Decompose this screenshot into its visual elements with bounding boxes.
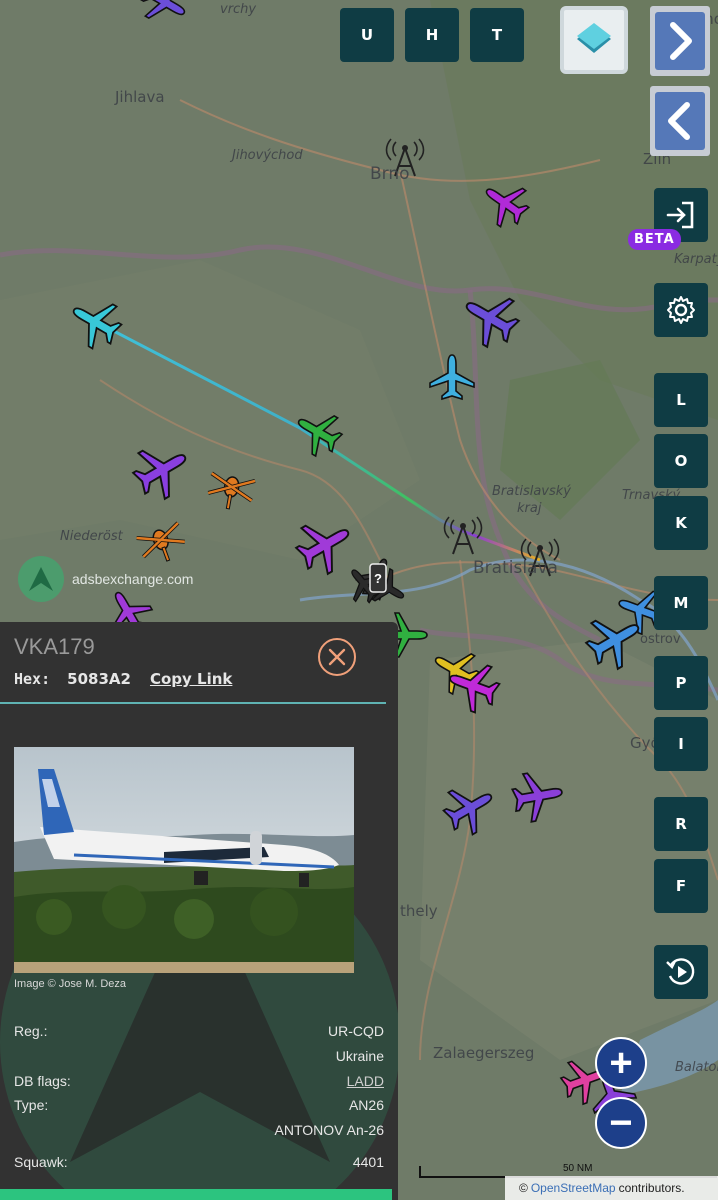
- ladd-link[interactable]: LADD: [347, 1073, 384, 1089]
- hex-value: 5083A2: [67, 670, 131, 688]
- squawk-value: 4401: [352, 1154, 384, 1170]
- map-label: Balaton: [675, 1060, 718, 1075]
- toggle-u-button[interactable]: U: [340, 8, 394, 62]
- previous-button[interactable]: [650, 86, 710, 156]
- copy-link-button[interactable]: Copy Link: [150, 670, 232, 688]
- squawk-label: Squawk:: [14, 1154, 68, 1170]
- panel-footer-bar: [0, 1189, 392, 1200]
- settings-button[interactable]: [654, 283, 708, 337]
- logo-text: adsbexchange.com: [72, 571, 194, 587]
- toggle-f-button[interactable]: F: [654, 859, 708, 913]
- country-value: Ukraine: [335, 1048, 384, 1064]
- type-label: Type:: [14, 1097, 49, 1113]
- map-label: thely: [400, 902, 438, 920]
- map-label: Bratislavský: [492, 484, 571, 499]
- hex-label: Hex:: [14, 670, 51, 688]
- attribution-suffix: contributors.: [618, 1181, 685, 1195]
- map-label: Niederöst: [60, 529, 123, 544]
- chevron-left-icon: [668, 102, 690, 140]
- svg-text:?: ?: [374, 571, 382, 586]
- attribution-prefix: ©: [519, 1181, 528, 1195]
- toggle-o-button[interactable]: O: [654, 434, 708, 488]
- adsbexchange-logo: adsbexchange.com: [18, 556, 193, 602]
- gear-icon: [667, 296, 695, 324]
- toggle-p-button[interactable]: P: [654, 656, 708, 710]
- toggle-m-button[interactable]: M: [654, 576, 708, 630]
- layers-icon: [577, 23, 611, 53]
- map-label: Karpaty: [674, 252, 718, 267]
- zoom-in-button[interactable]: +: [595, 1037, 647, 1089]
- db-flags-label: DB flags:: [14, 1073, 71, 1089]
- replay-button[interactable]: [654, 945, 708, 999]
- map-label: Zalaegerszeg: [433, 1044, 535, 1062]
- type-value: AN26: [348, 1097, 384, 1113]
- map-layers-button[interactable]: [560, 6, 628, 74]
- toggle-k-button[interactable]: K: [654, 496, 708, 550]
- type-name: ANTONOV An-26: [274, 1122, 384, 1138]
- divider: [0, 702, 386, 704]
- aircraft-photo[interactable]: [14, 747, 354, 973]
- beta-badge: BETA: [628, 229, 681, 250]
- map-attribution: © OpenStreetMap contributors.: [505, 1176, 718, 1200]
- openstreetmap-link[interactable]: OpenStreetMap: [531, 1181, 616, 1195]
- hex-row: Hex: 5083A2 Copy Link: [14, 670, 232, 688]
- image-credit: Image © Jose M. Deza: [14, 978, 127, 990]
- map-label: Jihlava: [115, 88, 165, 106]
- zoom-out-button[interactable]: −: [595, 1097, 647, 1149]
- close-icon: [328, 648, 346, 666]
- login-icon: [666, 201, 694, 229]
- toggle-l-button[interactable]: L: [654, 373, 708, 427]
- close-button[interactable]: [318, 638, 356, 676]
- toggle-i-button[interactable]: I: [654, 717, 708, 771]
- aircraft-info-panel: VKA179 Hex: 5083A2 Copy Link Image © Jos…: [0, 622, 398, 1200]
- map-label: vrchy: [220, 2, 257, 17]
- chevron-right-icon: [670, 22, 692, 60]
- map-label: Bratislava: [473, 558, 558, 578]
- replay-icon: [666, 958, 695, 985]
- toggle-t-button[interactable]: T: [470, 8, 524, 62]
- toggle-h-button[interactable]: H: [405, 8, 459, 62]
- map-label: Brno: [370, 164, 410, 184]
- map-label: kraj: [517, 501, 542, 516]
- reg-label: Reg.:: [14, 1023, 48, 1039]
- scale-label: 50 NM: [563, 1163, 593, 1174]
- toggle-r-button[interactable]: R: [654, 797, 708, 851]
- logo-icon: [18, 556, 64, 602]
- next-button[interactable]: [650, 6, 710, 76]
- callsign: VKA179: [14, 634, 95, 659]
- reg-value: UR-CQD: [328, 1023, 384, 1039]
- map-label: ostrov: [640, 632, 681, 647]
- map-label: Jihovýchod: [232, 148, 303, 163]
